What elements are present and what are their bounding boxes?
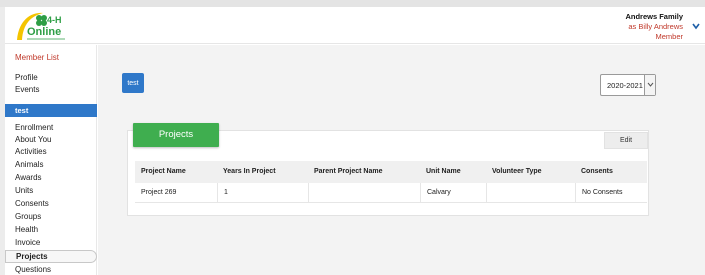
logo-text-4h: 4-H	[47, 15, 62, 25]
col-years-in-project: Years In Project	[223, 168, 276, 175]
cell-parent-project	[308, 183, 420, 202]
col-consents: Consents	[581, 168, 613, 175]
table-header-row: Project Name Years In Project Parent Pro…	[135, 161, 647, 183]
sidebar-item-animals[interactable]: Animals	[15, 160, 43, 170]
edit-button[interactable]: Edit	[604, 132, 648, 149]
header: 4-H Online Andrews Family as Billy Andre…	[5, 7, 705, 44]
col-parent-project-name: Parent Project Name	[314, 168, 383, 175]
cell-years: 1	[217, 183, 308, 202]
projects-table: Project Name Years In Project Parent Pro…	[135, 161, 647, 203]
sidebar-item-questions[interactable]: Questions	[15, 265, 51, 275]
projects-header-tab: Projects	[133, 123, 219, 147]
cell-volunteer-type	[486, 183, 575, 202]
chevron-down-icon[interactable]	[691, 21, 701, 31]
main-content: test 2020-2021 Projects Edit Project Nam…	[98, 45, 705, 275]
col-volunteer-type: Volunteer Type	[492, 168, 542, 175]
4h-online-logo[interactable]: 4-H Online	[13, 10, 73, 43]
member-tag-button[interactable]: test	[122, 73, 144, 93]
cell-consents: No Consents	[575, 183, 647, 202]
sidebar-events[interactable]: Events	[15, 85, 39, 95]
sidebar-item-enrollment[interactable]: Enrollment	[15, 123, 53, 133]
user-role: Member	[655, 32, 683, 41]
col-project-name: Project Name	[141, 168, 186, 175]
select-arrow[interactable]	[644, 75, 655, 95]
user-as: as Billy Andrews	[628, 22, 683, 31]
sidebar-item-groups[interactable]: Groups	[15, 212, 41, 222]
sidebar-active-member[interactable]: test	[5, 104, 97, 117]
table-row[interactable]: Project 269 1 Calvary No Consents	[135, 183, 647, 203]
sidebar-profile[interactable]: Profile	[15, 73, 38, 83]
sidebar-item-consents[interactable]: Consents	[15, 199, 49, 209]
year-select[interactable]: 2020-2021	[600, 74, 656, 96]
cell-project-name: Project 269	[141, 189, 177, 196]
col-unit-name: Unit Name	[426, 168, 461, 175]
cell-unit-name: Calvary	[420, 183, 486, 202]
app-shell: 4-H Online Andrews Family as Billy Andre…	[5, 7, 705, 275]
sidebar-item-about-you[interactable]: About You	[15, 135, 51, 145]
top-strip	[0, 0, 705, 7]
year-select-value: 2020-2021	[607, 81, 643, 90]
user-info[interactable]: Andrews Family as Billy Andrews Member	[625, 12, 683, 42]
sidebar-item-invoice[interactable]: Invoice	[15, 238, 40, 248]
sidebar-item-awards[interactable]: Awards	[15, 173, 42, 183]
sidebar-item-projects[interactable]: Projects	[5, 250, 97, 263]
chevron-down-icon	[647, 82, 654, 87]
logo-text-online: Online	[27, 26, 61, 38]
sidebar: Member List Profile Events test Enrollme…	[5, 45, 97, 275]
sidebar-member-list[interactable]: Member List	[15, 53, 59, 63]
user-family: Andrews Family	[625, 12, 683, 21]
sidebar-item-health[interactable]: Health	[15, 225, 38, 235]
sidebar-item-units[interactable]: Units	[15, 186, 33, 196]
sidebar-item-activities[interactable]: Activities	[15, 147, 47, 157]
